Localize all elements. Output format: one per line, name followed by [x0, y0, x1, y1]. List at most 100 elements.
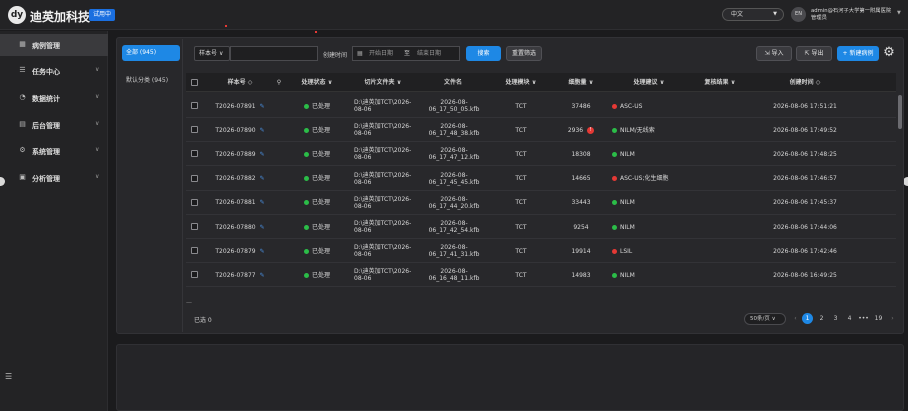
sort-icon: ◇: [247, 79, 253, 86]
search-field-select[interactable]: 样本号 ∨: [194, 46, 230, 61]
end-date-input[interactable]: 结束日期: [417, 47, 441, 60]
table-row[interactable]: T2026-07882 ✎ 已处理 D:\迪英加TCT\2026-08-06 2026-…: [186, 167, 896, 191]
status-dot: [303, 272, 309, 278]
new-case-button[interactable]: + 新建病例: [837, 46, 879, 61]
status-cell: 已处理: [286, 215, 348, 239]
column-folder[interactable]: 切片文件夹 ∨: [348, 73, 418, 92]
next-page-icon[interactable]: ›: [887, 313, 898, 324]
column-review[interactable]: 复核结果 ∨: [690, 73, 750, 92]
row-checkbox[interactable]: [191, 102, 198, 109]
avatar[interactable]: EN: [791, 7, 806, 22]
chart-icon: ◔: [19, 93, 26, 101]
column-module[interactable]: 处理模块 ∨: [488, 73, 554, 92]
reset-filter-button[interactable]: 重置筛选: [506, 46, 542, 61]
language-value: 中文: [731, 11, 744, 18]
table-row[interactable]: T2026-07889 ✎ 已处理 D:\迪英加TCT\2026-08-06 2026-…: [186, 142, 896, 167]
edit-icon[interactable]: ✎: [260, 272, 265, 279]
user-account: admin@石河子大学第一附属医院: [811, 8, 892, 14]
sample-id-cell[interactable]: T2026-07891 ✎: [206, 94, 274, 118]
module-cell: TCT: [515, 175, 527, 183]
gear-icon[interactable]: ⚙: [881, 45, 897, 61]
review-cell: [690, 142, 750, 166]
column-advice[interactable]: 处理建议 ∨: [608, 73, 690, 92]
sample-id-cell[interactable]: T2026-07877 ✎: [206, 263, 274, 287]
sidebar-item-tasks[interactable]: ☰ 任务中心 ∨: [0, 60, 108, 82]
import-icon: ⇲: [764, 50, 770, 57]
red-marker: [315, 31, 317, 33]
select-all-checkbox[interactable]: [191, 79, 198, 86]
edit-icon[interactable]: ✎: [260, 224, 265, 231]
edit-icon[interactable]: ✎: [260, 199, 265, 206]
sample-id-cell[interactable]: T2026-07882 ✎: [206, 167, 274, 191]
page-ellipsis[interactable]: •••: [858, 313, 869, 324]
edit-icon[interactable]: ✎: [260, 151, 265, 158]
status-dot: [303, 248, 309, 254]
chevron-down-icon: ∨: [771, 316, 776, 322]
search-icon[interactable]: ⚲: [274, 73, 284, 92]
language-select[interactable]: 中文 ▼: [722, 8, 784, 21]
page-3[interactable]: 3: [830, 313, 841, 324]
page-size-select[interactable]: 50条/页 ∨: [744, 313, 786, 325]
table-row[interactable]: T2026-07881 ✎ 已处理 D:\迪英加TCT\2026-08-06 2026-…: [186, 191, 896, 215]
row-checkbox[interactable]: [191, 174, 198, 182]
table-row[interactable]: T2026-07880 ✎ 已处理 D:\迪英加TCT\2026-08-06 2026-…: [186, 215, 896, 239]
page-19[interactable]: 19: [873, 313, 884, 324]
import-button[interactable]: ⇲ 导入: [756, 46, 792, 61]
cells-cell: 14983: [571, 271, 591, 279]
date-range-picker[interactable]: ▦ 开始日期 至 结束日期: [352, 46, 460, 61]
page-4[interactable]: 4: [844, 313, 855, 324]
table-row[interactable]: T2026-07891 ✎ 已处理 D:\迪英加TCT\2026-08-06 2026-…: [186, 94, 896, 118]
row-checkbox[interactable]: [191, 247, 198, 255]
column-created[interactable]: 创建时间 ◇: [750, 73, 860, 92]
sample-id-cell[interactable]: T2026-07880 ✎: [206, 215, 274, 239]
edit-icon[interactable]: ✎: [260, 175, 265, 182]
row-indicator: —: [186, 299, 192, 306]
row-checkbox[interactable]: [191, 271, 198, 279]
edit-icon[interactable]: ✎: [260, 127, 265, 134]
search-button[interactable]: 搜索: [466, 46, 501, 61]
advice-cell: NILM: [612, 191, 692, 215]
chevron-down-icon: ∨: [730, 79, 736, 86]
sample-id-cell[interactable]: T2026-07890 ✎: [206, 118, 274, 142]
edit-icon[interactable]: ✎: [260, 248, 265, 255]
collapse-menu-icon[interactable]: ☰: [5, 372, 12, 381]
edit-icon[interactable]: ✎: [260, 103, 265, 110]
page-1[interactable]: 1: [802, 313, 813, 324]
column-sample-id[interactable]: 样本号 ◇: [206, 73, 274, 92]
row-checkbox[interactable]: [191, 126, 198, 134]
sample-id-cell[interactable]: T2026-07889 ✎: [206, 142, 274, 166]
chevron-down-icon: ∨: [327, 79, 333, 86]
sidebar-item-label: 数据统计: [32, 95, 60, 103]
prev-page-icon[interactable]: ‹: [790, 313, 801, 324]
advice-dot: [612, 248, 617, 254]
column-status[interactable]: 处理状态 ∨: [286, 73, 348, 92]
chevron-down-icon: ∨: [95, 173, 100, 180]
sidebar-item-admin[interactable]: ▤ 后台管理 ∨: [0, 114, 108, 136]
category-default[interactable]: 默认分类 (945): [126, 75, 168, 84]
sidebar-item-analysis[interactable]: ▣ 分析管理 ∨: [0, 167, 108, 189]
sample-id-cell[interactable]: T2026-07881 ✎: [206, 191, 274, 215]
table-row[interactable]: T2026-07877 ✎ 已处理 D:\迪英加TCT\2026-08-06 2026-…: [186, 263, 896, 288]
chevron-down-icon[interactable]: ▼: [897, 10, 901, 16]
row-checkbox[interactable]: [191, 150, 198, 158]
table-row[interactable]: T2026-07879 ✎ 已处理 D:\迪英加TCT\2026-08-06 2026-…: [186, 239, 896, 264]
search-input[interactable]: [230, 46, 318, 61]
advice-dot: [612, 103, 617, 109]
sidebar-item-cases[interactable]: ▦ 病例管理: [0, 34, 108, 56]
column-cells[interactable]: 细胞量 ∨: [554, 73, 608, 92]
red-marker: [225, 25, 227, 27]
sidebar-item-system[interactable]: ⚙ 系统管理 ∨: [0, 140, 108, 162]
category-all[interactable]: 全部 (945): [122, 45, 180, 61]
user-info[interactable]: admin@石河子大学第一附属医院 管理员: [811, 8, 891, 22]
page-2[interactable]: 2: [816, 313, 827, 324]
row-checkbox[interactable]: [191, 198, 198, 206]
sample-id-cell[interactable]: T2026-07879 ✎: [206, 239, 274, 263]
advice-dot: [612, 272, 617, 278]
start-date-input[interactable]: 开始日期: [369, 47, 393, 60]
row-checkbox[interactable]: [191, 223, 198, 230]
export-button[interactable]: ⇱ 导出: [796, 46, 832, 61]
vertical-scrollbar[interactable]: [898, 95, 902, 129]
sidebar-item-statistics[interactable]: ◔ 数据统计 ∨: [0, 87, 108, 109]
table-row[interactable]: T2026-07890 ✎ 已处理 D:\迪英加TCT\2026-08-06 2026-…: [186, 118, 896, 143]
advice-cell: ASC-US;化生细胞: [612, 167, 692, 191]
